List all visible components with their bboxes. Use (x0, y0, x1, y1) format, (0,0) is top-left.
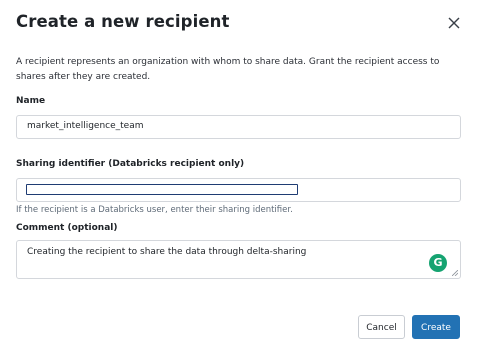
name-label: Name (16, 96, 46, 106)
create-recipient-dialog: Create a new recipient A recipient repre… (0, 0, 481, 361)
create-button[interactable]: Create (412, 315, 460, 339)
comment-textarea-value: Creating the recipient to share the data… (27, 247, 307, 257)
redacted-value-box (26, 184, 298, 195)
close-icon[interactable] (445, 14, 463, 32)
sharing-identifier-label: Sharing identifier (Databricks recipient… (16, 159, 245, 169)
dialog-description: A recipient represents an organization w… (16, 57, 440, 82)
sharing-identifier-input[interactable] (16, 178, 461, 202)
grammarly-icon[interactable]: G (429, 254, 447, 272)
name-input-value: market_intelligence_team (27, 121, 144, 131)
resize-handle-icon[interactable] (452, 270, 458, 276)
comment-textarea[interactable]: Creating the recipient to share the data… (16, 240, 461, 279)
sharing-identifier-hint: If the recipient is a Databricks user, e… (16, 205, 293, 215)
name-input[interactable]: market_intelligence_team (16, 115, 461, 139)
dialog-title: Create a new recipient (16, 12, 230, 31)
comment-label: Comment (optional) (16, 223, 118, 233)
cancel-button[interactable]: Cancel (358, 315, 405, 339)
